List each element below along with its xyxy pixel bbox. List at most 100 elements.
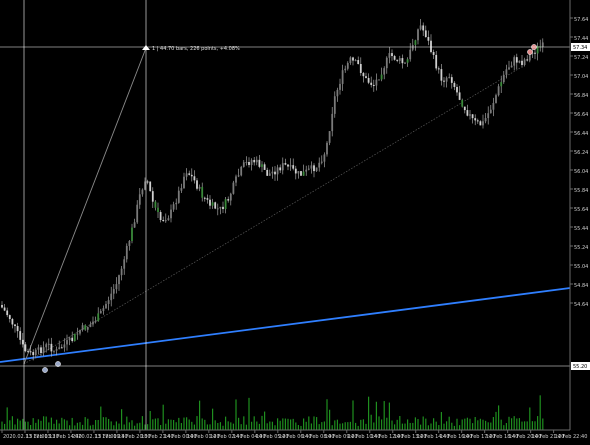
candle-body	[219, 206, 222, 209]
candle-body	[118, 275, 120, 285]
volume-bar	[295, 422, 297, 430]
candle-body	[346, 63, 349, 69]
price-tick-label: 56.04	[574, 169, 588, 175]
volume-bar	[534, 421, 536, 430]
volume-bar	[61, 417, 63, 430]
volume-bar	[144, 424, 146, 430]
candle-body	[79, 329, 81, 334]
volume-bar	[334, 420, 336, 430]
candle-body	[154, 201, 157, 208]
volume-bar	[50, 417, 52, 430]
volume-bar	[222, 425, 224, 430]
volume-bar	[303, 418, 305, 430]
volume-bar	[503, 425, 505, 430]
candle-body	[310, 165, 313, 169]
candle-body	[318, 162, 321, 168]
volume-bar	[513, 416, 515, 430]
volume-bar	[368, 396, 370, 430]
volume-bar	[274, 425, 276, 430]
candle-body	[339, 83, 341, 90]
volume-bar	[110, 421, 112, 430]
volume-bar	[56, 419, 58, 430]
volume-bar	[48, 422, 50, 430]
candle-body	[248, 161, 250, 166]
volume-bar	[87, 418, 89, 430]
candle-body	[110, 293, 113, 301]
volume-bar	[165, 423, 167, 430]
candle-body	[505, 69, 508, 75]
candle-body	[489, 109, 492, 114]
candle-body	[235, 176, 237, 183]
candle-body	[222, 206, 224, 210]
candle-body	[68, 337, 71, 341]
volume-bar	[378, 416, 380, 430]
volume-bar	[113, 425, 115, 430]
candle-body	[479, 121, 482, 126]
volume-bar	[425, 418, 427, 430]
chart-canvas[interactable]: 1 | 44.70 bars, 226 points, +4.08% 57.64…	[0, 0, 590, 441]
volume-bar	[466, 417, 468, 430]
candle-body	[292, 165, 295, 169]
volume-bar	[248, 397, 250, 430]
price-tick-label: 57.44	[574, 36, 588, 42]
volume-bar	[217, 423, 219, 430]
volume-bar	[474, 417, 476, 430]
volume-bar	[214, 420, 216, 430]
volume-bar	[105, 417, 107, 430]
candle-body	[279, 167, 282, 171]
volume-bar	[284, 418, 286, 430]
volume-bar	[500, 419, 502, 430]
candle-body	[427, 37, 430, 41]
volume-bar	[308, 416, 310, 430]
candle-body	[3, 307, 6, 311]
candle-body	[32, 352, 35, 356]
volume-bar	[147, 424, 149, 430]
candle-body	[344, 68, 347, 71]
volume-bar	[108, 418, 110, 430]
candle-body	[128, 241, 131, 246]
candle-body	[16, 326, 19, 332]
volume-bar	[381, 419, 383, 430]
candle-body	[263, 164, 266, 170]
candle-body	[336, 89, 339, 97]
volume-bar	[74, 425, 76, 430]
volume-bar	[394, 424, 396, 430]
candle-body	[102, 308, 105, 311]
volume-bar	[407, 419, 409, 430]
price-chart[interactable]: 1 | 44.70 bars, 226 points, +4.08% 57.64…	[0, 0, 590, 441]
candle-body	[289, 165, 292, 167]
candle-body	[326, 142, 328, 155]
volume-bar	[240, 424, 242, 430]
candle-body	[419, 25, 422, 30]
volume-bar	[209, 424, 211, 430]
candle-body	[406, 59, 409, 63]
candle-body	[99, 310, 102, 314]
volume-bar	[180, 423, 182, 430]
volume-bar	[396, 419, 398, 430]
candle-body	[440, 69, 443, 81]
trade-marker[interactable]	[527, 49, 533, 55]
candle-body	[526, 59, 529, 61]
volume-bar	[134, 425, 136, 430]
candle-body	[58, 347, 61, 350]
price-tick-label: 54.64	[574, 302, 588, 308]
volume-bar	[440, 412, 442, 430]
volume-bar	[76, 422, 78, 430]
volume-bar	[178, 417, 180, 430]
volume-bar	[11, 416, 13, 430]
candle-body	[287, 164, 289, 167]
volume-bar	[401, 423, 403, 430]
volume-bar	[199, 400, 201, 430]
trade-marker[interactable]	[42, 367, 48, 373]
candle-body	[92, 321, 94, 325]
volume-bar	[92, 424, 94, 430]
price-tick-label: 55.04	[574, 264, 588, 270]
candle-body	[29, 351, 32, 353]
candle-body	[391, 53, 393, 57]
candle-body	[404, 62, 406, 64]
candle-body	[253, 159, 256, 163]
volume-bar	[32, 418, 34, 430]
candle-body	[469, 114, 471, 116]
candle-body	[245, 161, 248, 163]
volume-bar	[123, 424, 125, 430]
